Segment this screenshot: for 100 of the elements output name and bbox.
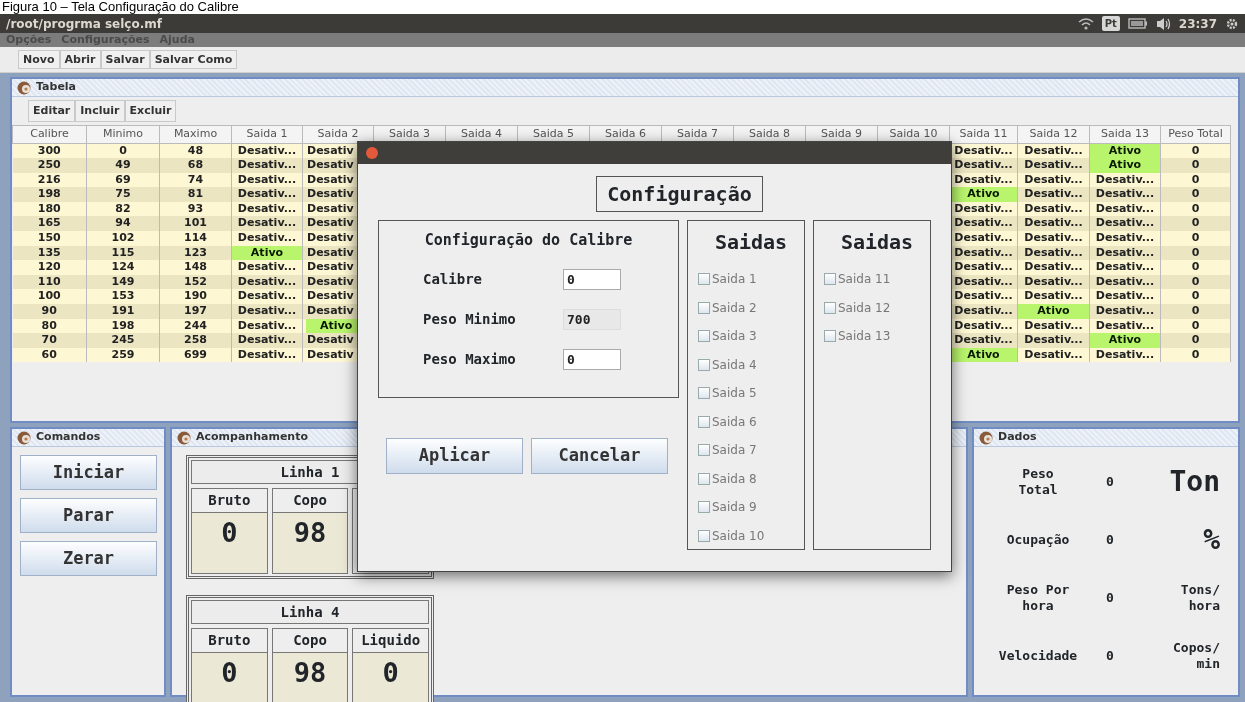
checkbox[interactable] (824, 273, 836, 286)
status-cell-text: Desativ... (953, 143, 1014, 159)
field-label: Peso Minimo (423, 310, 517, 329)
status-cell-text: Desativ... (1023, 172, 1084, 188)
toolbar-button[interactable]: Salvar Como (149, 50, 238, 69)
dialog-button[interactable]: Aplicar (386, 438, 523, 474)
checkbox-label[interactable]: Saida 7 (712, 441, 757, 460)
toolbar-button[interactable]: Abrir (59, 50, 101, 69)
command-button[interactable]: Parar (20, 498, 157, 533)
status-cell-text: Desativ... (1023, 143, 1084, 159)
table-cell: 148 (159, 260, 232, 275)
disc-icon (978, 429, 994, 446)
checkbox[interactable] (824, 330, 836, 343)
status-cell-text: Desativ... (236, 216, 298, 232)
status-cell: Ativo (950, 187, 1017, 202)
status-cell: Ativo (1090, 158, 1160, 173)
toolbar-button[interactable]: Novo (18, 50, 60, 69)
checkbox[interactable] (698, 472, 710, 485)
status-cell-text: Desativ... (1094, 172, 1156, 188)
data-value: 0 (1105, 589, 1115, 608)
checkbox-label[interactable]: Saida 13 (838, 327, 891, 346)
toolbar-button[interactable]: Incluir (75, 100, 125, 122)
status-cell-text: Desativ... (953, 333, 1014, 348)
cell-value: 0 (353, 653, 428, 702)
table-cell: 0 (1160, 333, 1231, 348)
data-label: Ocupação (1005, 531, 1071, 549)
status-cell-text: Desativ... (1094, 245, 1156, 261)
toolbar-button[interactable]: Editar (28, 100, 76, 122)
table-cell: 0 (1160, 216, 1231, 232)
checkbox-label[interactable]: Saida 2 (712, 298, 757, 317)
checkbox-label[interactable]: Saida 6 (712, 412, 757, 431)
data-unit: Tons/ hora (1179, 581, 1220, 615)
column-header[interactable]: Maximo (159, 125, 232, 143)
checkbox-label[interactable]: Saida 4 (712, 355, 757, 374)
table-cell: 124 (86, 260, 160, 275)
checkbox[interactable] (698, 444, 710, 457)
panel-title: Dados (998, 429, 1037, 446)
status-cell-text: Desativ... (1094, 216, 1156, 232)
clock[interactable]: 23:37 (1178, 14, 1217, 33)
status-cell-text: Desativ... (1094, 289, 1156, 305)
table-cell: 165 (12, 216, 87, 232)
data-unit: Copos/ min (1172, 639, 1220, 673)
checkbox[interactable] (698, 501, 710, 514)
checkbox[interactable] (824, 301, 836, 314)
table-cell: 153 (86, 289, 160, 305)
column-header[interactable]: Saida 13 (1089, 125, 1161, 143)
status-cell-text: Desativ... (236, 347, 298, 363)
column-header[interactable]: Minimo (86, 125, 160, 143)
command-button[interactable]: Zerar (20, 541, 157, 576)
wifi-icon[interactable] (1077, 17, 1094, 30)
checkbox-label[interactable]: Saida 5 (712, 384, 757, 403)
column-header[interactable]: Calibre (12, 125, 87, 143)
data-label: Velocidade (997, 647, 1079, 665)
keyboard-layout-indicator[interactable]: Pt (1101, 16, 1120, 31)
status-cell-text: Desativ... (236, 187, 298, 202)
window-title: /root/progrma selço.mf (6, 15, 162, 33)
checkbox[interactable] (698, 358, 710, 371)
status-cell-text: Desativ... (953, 172, 1014, 188)
status-cell: Desativ (306, 231, 355, 246)
table-cell: 191 (86, 304, 160, 319)
checkbox-label[interactable]: Saida 1 (712, 270, 757, 289)
column-header[interactable]: Saida 1 (231, 125, 303, 143)
status-cell-text: Desativ... (1094, 318, 1156, 334)
disc-icon (176, 429, 192, 446)
checkbox[interactable] (698, 301, 710, 314)
input-field[interactable]: 0 (563, 349, 621, 370)
checkbox-label[interactable]: Saida 9 (712, 498, 757, 517)
cell-value: 98 (272, 513, 348, 573)
volume-icon[interactable] (1155, 16, 1171, 31)
checkbox-label[interactable]: Saida 12 (838, 298, 891, 317)
column-header[interactable]: Saida 2 (302, 125, 374, 143)
status-cell-text: Desativ... (236, 274, 298, 290)
status-cell: Desativ (306, 143, 355, 159)
checkbox[interactable] (698, 387, 710, 400)
status-cell-text: Desativ... (236, 158, 298, 173)
checkbox-label[interactable]: Saida 3 (712, 327, 757, 346)
input-field[interactable]: 0 (563, 269, 621, 290)
toolbar-button[interactable]: Excluir (124, 100, 177, 122)
column-header[interactable]: Saida 12 (1017, 125, 1090, 143)
checkbox[interactable] (698, 330, 710, 343)
status-cell: Desativ (306, 260, 355, 275)
checkbox-label[interactable]: Saida 11 (838, 270, 891, 289)
field-label: Peso Maximo (423, 350, 517, 369)
status-cell-text: Desativ... (1023, 333, 1084, 348)
data-unit: Ton (1168, 468, 1220, 496)
dialog-button[interactable]: Cancelar (531, 438, 668, 474)
column-header[interactable]: Peso Total (1160, 125, 1231, 143)
command-button[interactable]: Iniciar (20, 455, 157, 490)
checkbox[interactable] (698, 273, 710, 286)
status-cell-text: Desativ... (1023, 318, 1084, 334)
checkbox[interactable] (698, 415, 710, 428)
checkbox-label[interactable]: Saida 10 (712, 526, 765, 545)
checkbox-label[interactable]: Saida 8 (712, 469, 757, 488)
column-header[interactable]: Saida 11 (949, 125, 1018, 143)
close-button[interactable] (366, 147, 378, 159)
status-cell-text: Desativ... (236, 143, 298, 159)
battery-icon[interactable] (1127, 18, 1148, 29)
gear-icon[interactable] (1225, 16, 1239, 31)
checkbox[interactable] (698, 529, 710, 542)
toolbar-button[interactable]: Salvar (100, 50, 150, 69)
